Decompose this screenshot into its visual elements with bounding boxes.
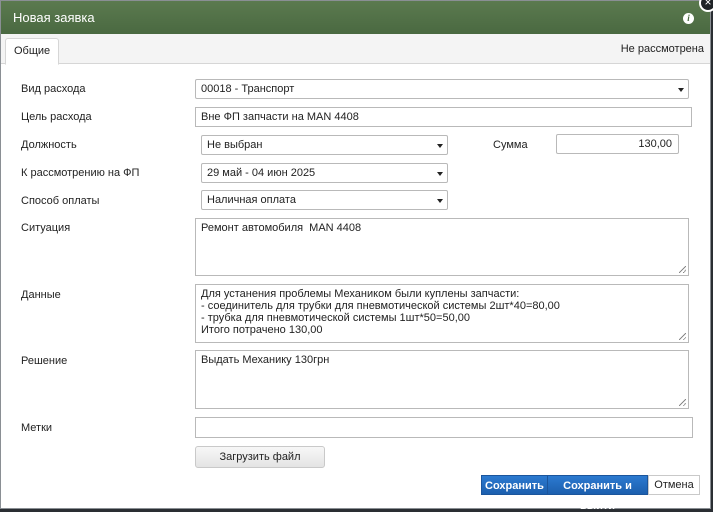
dialog-titlebar: Новая заявка i [1, 1, 710, 34]
save-and-exit-button[interactable]: Сохранить и выйти [547, 475, 648, 512]
amount-value: 130,00 [638, 138, 672, 150]
resize-handle-icon[interactable] [679, 266, 686, 273]
chevron-down-icon [437, 144, 443, 148]
review-period-value: 29 май - 04 июн 2025 [207, 167, 316, 179]
purpose-input[interactable]: Вне ФП запчасти на MAN 4408 [195, 107, 692, 127]
tags-label: Метки [21, 422, 53, 434]
data-line: - трубка для пневмотической системы 1шт*… [201, 312, 470, 324]
tab-general[interactable]: Общие [5, 38, 60, 65]
save-button[interactable]: Сохранить [481, 475, 548, 495]
amount-input[interactable]: 130,00 [556, 134, 679, 154]
tab-bar: Общие Не рассмотрена [1, 34, 710, 65]
resize-handle-icon[interactable] [679, 333, 686, 340]
decision-label: Решение [21, 355, 68, 367]
review-period-select[interactable]: 29 май - 04 июн 2025 [201, 163, 448, 183]
expense-type-select[interactable]: 00018 - Транспорт [195, 79, 689, 99]
status-badge: Не рассмотрена [620, 43, 704, 55]
purpose-label: Цель расхода [21, 111, 92, 123]
expense-type-value: 00018 - Транспорт [201, 83, 295, 95]
situation-label: Ситуация [21, 222, 71, 234]
chevron-down-icon [437, 199, 443, 203]
review-period-label: К рассмотрению на ФП [21, 167, 140, 179]
data-line: Для устанения проблемы Механиком были ку… [201, 288, 520, 300]
upload-file-button[interactable]: Загрузить файл [195, 446, 325, 468]
expense-type-label: Вид расхода [21, 83, 86, 95]
situation-textarea[interactable]: Ремонт автомобиля MAN 4408 [195, 218, 689, 276]
data-line: - соединитель для трубки для пневмотичес… [201, 300, 560, 312]
decision-line: Выдать Механику 130грн [201, 354, 330, 366]
payment-method-select[interactable]: Наличная оплата [201, 190, 448, 210]
data-label: Данные [21, 289, 61, 301]
chevron-down-icon [437, 172, 443, 176]
situation-line: Ремонт автомобиля MAN 4408 [201, 222, 362, 234]
dialog-title: Новая заявка [13, 10, 95, 25]
data-line: Итого потрачено 130,00 [201, 324, 323, 336]
payment-method-label: Способ оплаты [21, 195, 100, 207]
resize-handle-icon[interactable] [679, 399, 686, 406]
position-select[interactable]: Не выбран [201, 135, 448, 155]
position-label: Должность [21, 139, 77, 151]
tags-input[interactable] [195, 417, 693, 438]
chevron-down-icon [678, 88, 684, 92]
info-icon[interactable]: i [683, 13, 694, 24]
new-request-dialog: Новая заявка i Общие Не рассмотрена Вид … [0, 0, 711, 512]
purpose-value: Вне ФП запчасти на MAN 4408 [201, 111, 359, 123]
data-textarea[interactable]: Для устанения проблемы Механиком были ку… [195, 284, 689, 343]
amount-label: Сумма [493, 139, 528, 151]
decision-textarea[interactable]: Выдать Механику 130грн [195, 350, 689, 409]
position-value: Не выбран [207, 139, 263, 151]
cancel-button[interactable]: Отмена [648, 475, 700, 495]
payment-method-value: Наличная оплата [207, 194, 296, 206]
